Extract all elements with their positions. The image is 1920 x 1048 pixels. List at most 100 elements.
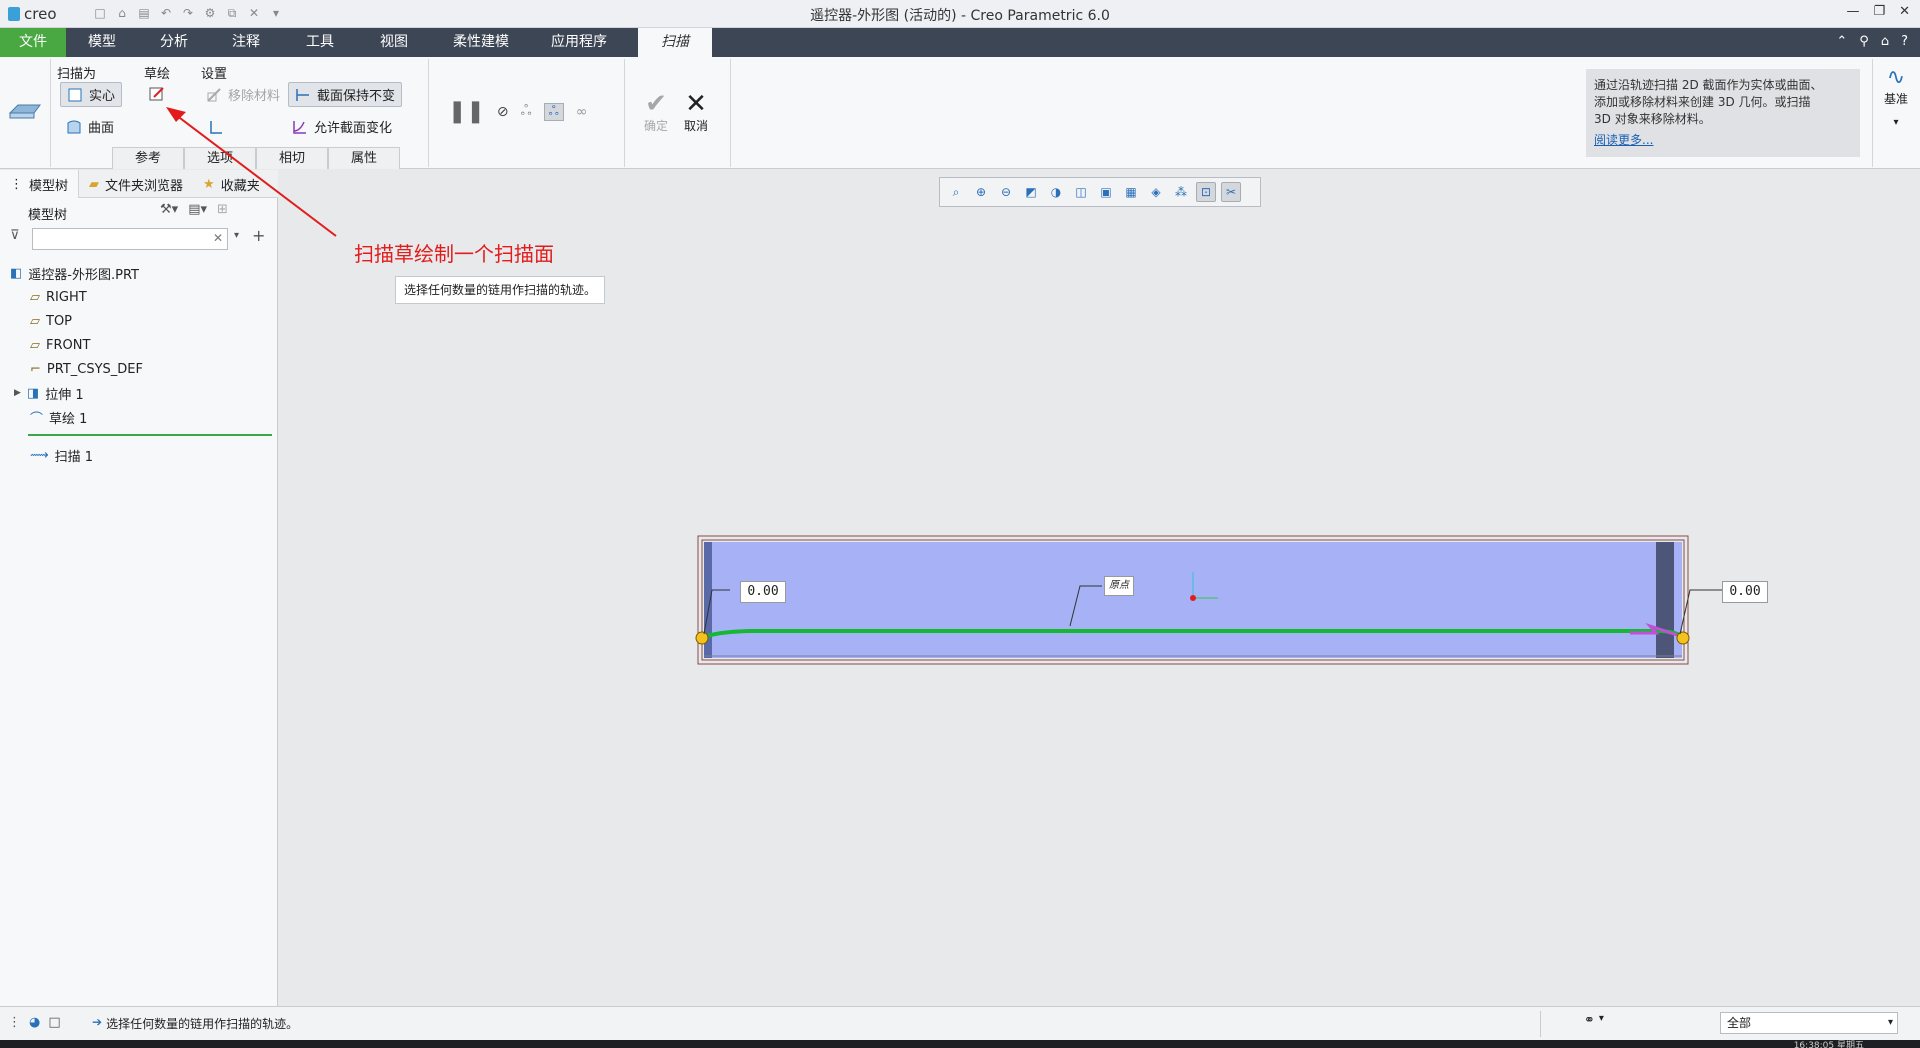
solid-label: 实心 [89, 89, 116, 104]
help-text-2: 添加或移除材料来创建 3D 几何。或扫描 [1594, 95, 1811, 109]
selection-filter-select[interactable]: 全部 ▾ [1720, 1012, 1898, 1034]
datum-plane-icon: ▱ [30, 313, 40, 329]
tree-root-part[interactable]: ◧ 遥控器-外形图.PRT [10, 262, 139, 284]
read-more-link[interactable]: 阅读更多... [1594, 132, 1852, 149]
tab-applications[interactable]: 应用程序 [544, 28, 614, 57]
saved-orientations-icon[interactable]: ◫ [1071, 182, 1091, 202]
tab-annotate[interactable]: 注释 [224, 28, 268, 57]
tree-item-extrude-label: 拉伸 1 [45, 387, 84, 403]
perspective-icon[interactable]: ▦ [1121, 182, 1141, 202]
community-icon[interactable]: ⌂ [1881, 34, 1889, 49]
datum-icon: ∿ [1886, 65, 1906, 90]
zoom-in-icon[interactable]: ⊕ [971, 182, 991, 202]
regenerate-icon[interactable]: ⚙ [202, 5, 218, 21]
confirm-label: 确定 [644, 119, 669, 133]
tree-item-right[interactable]: ▱ RIGHT [30, 286, 87, 308]
glasses-icon[interactable]: ∞ [576, 104, 588, 120]
datum-display-icon[interactable]: ◈ [1146, 182, 1166, 202]
insert-indicator [28, 434, 272, 436]
fullscreen-icon[interactable]: □ [48, 1015, 60, 1030]
customize-qat-icon[interactable]: ▾ [268, 5, 284, 21]
datum-plane-icon: ▱ [30, 289, 40, 305]
expand-arrow-icon[interactable]: ▶ [14, 388, 21, 398]
tab-model[interactable]: 模型 [80, 28, 124, 57]
tooltip: 选择任何数量的链用作扫描的轨迹。 [395, 276, 605, 304]
dimension-left[interactable]: 0.00 [740, 581, 786, 603]
model-tree-toggle-icon[interactable]: ⋮ [8, 1015, 21, 1030]
tree-item-right-label: RIGHT [46, 289, 87, 305]
search-icon[interactable]: ⚲ [1859, 34, 1869, 49]
verify-icon[interactable]: ஃ [543, 102, 564, 121]
tab-model-tree[interactable]: ⋮ 模型树 [0, 170, 80, 198]
creo-logo: creo [8, 4, 57, 24]
surface-button[interactable]: 曲面 [66, 117, 114, 136]
zoom-out-icon[interactable]: ⊖ [996, 182, 1016, 202]
annotation-arrow [166, 107, 337, 237]
origin-label[interactable]: 原点 [1104, 576, 1134, 596]
sketcher-display-icon[interactable]: ⊡ [1196, 182, 1216, 202]
tree-item-csys-label: PRT_CSYS_DEF [46, 361, 143, 377]
tab-model-tree-label: 模型树 [29, 178, 69, 194]
redo-icon[interactable]: ↷ [180, 5, 196, 21]
annotation-display-icon[interactable]: ⁂ [1171, 182, 1191, 202]
sweep-icon: ⟿ [30, 447, 49, 463]
help-text-3: 3D 对象来移除材料。 [1594, 112, 1711, 126]
sketch-icon: ⌒ [30, 411, 44, 427]
separator [50, 59, 51, 167]
tab-analysis[interactable]: 分析 [152, 28, 196, 57]
refit-icon[interactable]: ⌕ [946, 182, 966, 202]
new-file-icon[interactable]: □ [92, 5, 108, 21]
tree-item-extrude[interactable]: ▶ ◨ 拉伸 1 [14, 382, 84, 404]
spin-center-icon[interactable]: ✂ [1221, 182, 1241, 202]
solid-button[interactable]: 实心 [60, 82, 123, 107]
restore-icon[interactable]: ❐ [1873, 4, 1885, 19]
view-toolbar: ⌕ ⊕ ⊖ ◩ ◑ ◫ ▣ ▦ ◈ ⁂ ⊡ ✂ [939, 177, 1261, 207]
tab-view[interactable]: 视图 [372, 28, 416, 57]
tree-item-sweep[interactable]: ⟿ 扫描 1 [30, 444, 93, 466]
tree-item-top[interactable]: ▱ TOP [30, 310, 72, 332]
arrow-right-icon: ➔ [92, 1015, 103, 1029]
close-window-icon[interactable]: ✕ [246, 5, 262, 21]
datum-dropdown-icon[interactable]: ▾ [1880, 117, 1912, 128]
minimize-icon[interactable]: — [1846, 4, 1859, 19]
menu-bar: 文件 模型 分析 注释 工具 视图 柔性建模 应用程序 扫描 ⌃ ⚲ ⌂ ? [0, 28, 1920, 57]
preview-icon[interactable]: ஃ [521, 103, 532, 121]
group-sketch: 草绘 [144, 67, 171, 82]
selection-filter-value: 全部 [1727, 1016, 1752, 1030]
undo-icon[interactable]: ↶ [158, 5, 174, 21]
open-file-icon[interactable]: ⌂ [114, 5, 130, 21]
tab-file[interactable]: 文件 [0, 28, 66, 57]
status-message: ➔ 选择任何数量的链用作扫描的轨迹。 [92, 1015, 298, 1032]
part-icon: ◧ [10, 265, 23, 281]
quick-access-toolbar: □ ⌂ ▤ ↶ ↷ ⚙ ⧉ ✕ ▾ [92, 5, 284, 21]
model-graphic[interactable] [690, 530, 1780, 670]
no-preview-icon[interactable]: ⊘ [497, 104, 509, 120]
tree-item-front[interactable]: ▱ FRONT [30, 334, 90, 356]
datum-button[interactable]: ∿ 基准 ▾ [1880, 65, 1912, 128]
browser-toggle-icon[interactable]: ◕ [29, 1015, 40, 1030]
display-style-icon[interactable]: ◑ [1046, 182, 1066, 202]
window-title: 遥控器-外形图 (活动的) - Creo Parametric 6.0 [810, 8, 1110, 24]
dimension-right[interactable]: 0.00 [1722, 581, 1768, 603]
tree-item-csys[interactable]: ⌐ PRT_CSYS_DEF [30, 358, 143, 380]
help-icon[interactable]: ? [1901, 34, 1908, 49]
cancel-button[interactable]: ✕ 取消 [684, 91, 708, 134]
view-manager-icon[interactable]: ▣ [1096, 182, 1116, 202]
datum-label: 基准 [1883, 92, 1908, 106]
confirm-button[interactable]: ✔ 确定 [644, 91, 668, 134]
pause-icon[interactable]: ❚❚ [448, 99, 485, 124]
tab-tools[interactable]: 工具 [298, 28, 342, 57]
windows-icon[interactable]: ⧉ [224, 5, 240, 21]
tab-flexible-modeling[interactable]: 柔性建模 [446, 28, 516, 57]
close-icon[interactable]: ✕ [1899, 4, 1910, 19]
tree-item-sketch[interactable]: ⌒ 草绘 1 [30, 406, 87, 428]
solid-icon [67, 87, 83, 103]
collapse-ribbon-icon[interactable]: ⌃ [1836, 34, 1847, 49]
menu-right-tools: ⌃ ⚲ ⌂ ? [1836, 34, 1908, 49]
filter-icon[interactable]: ⊽ [10, 228, 20, 243]
repaint-icon[interactable]: ◩ [1021, 182, 1041, 202]
tab-sweep[interactable]: 扫描 [638, 28, 712, 57]
save-icon[interactable]: ▤ [136, 5, 152, 21]
cancel-label: 取消 [684, 119, 709, 133]
find-button[interactable]: ⚭ ▾ [1584, 1013, 1604, 1028]
